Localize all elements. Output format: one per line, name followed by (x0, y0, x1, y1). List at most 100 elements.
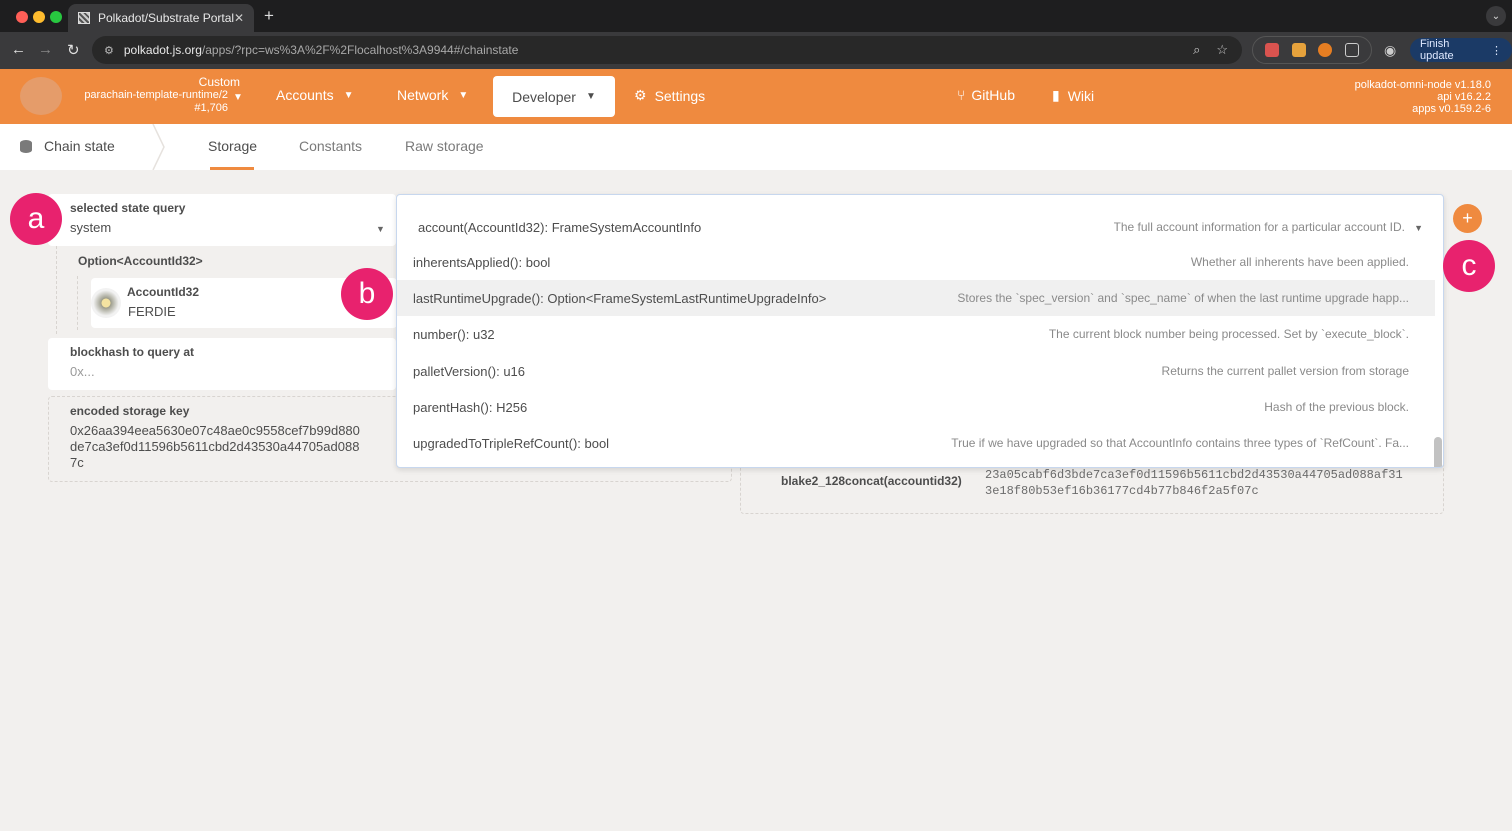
polkadot-favicon-icon (78, 12, 90, 24)
tab-close-icon[interactable]: ✕ (234, 11, 244, 25)
node-name: polkadot-omni-node v1.18.0 (1354, 79, 1491, 91)
menu-item-doc: The current block number being processed… (1048, 327, 1409, 341)
menu-item-number[interactable]: number(): u32 The current block number b… (397, 316, 1435, 352)
nav-network-label: Network (397, 87, 449, 103)
caret-down-icon: ▼ (458, 89, 469, 101)
caret-down-icon: ▼ (343, 89, 354, 101)
chain-selector[interactable]: Custom parachain-template-runtime/2 #1,7… (70, 76, 240, 115)
nav-accounts[interactable]: Accounts ▼ (276, 87, 354, 103)
bookmark-star-icon[interactable]: ☆ (1216, 42, 1228, 58)
apps-version: apps v0.159.2-6 (1412, 103, 1491, 115)
hasher-value-line-1: 23a05cabf6d3bde7ca3ef0d11596b5611cbd2d43… (985, 468, 1403, 482)
chain-logo[interactable] (20, 77, 62, 115)
storage-method-dropdown[interactable]: account(AccountId32): FrameSystemAccount… (396, 194, 1444, 468)
chain-block-number: #1,706 (194, 102, 228, 114)
hasher-label: blake2_128concat(accountid32) (781, 474, 962, 488)
reload-icon[interactable]: ↻ (67, 41, 80, 59)
app-header: Custom parachain-template-runtime/2 #1,7… (0, 69, 1512, 124)
tab-constants[interactable]: Constants (299, 138, 362, 154)
address-bar[interactable]: ⚙ polkadot.js.org/apps/?rpc=ws%3A%2F%2Fl… (92, 36, 1242, 64)
sub-navigation: Chain state Storage Constants Raw storag… (0, 124, 1512, 170)
blockhash-placeholder: 0x... (70, 364, 95, 379)
dropdown-scrollbar[interactable] (1433, 245, 1443, 467)
site-info-icon[interactable]: ⚙ (104, 44, 114, 57)
browser-toolbar: ← → ↻ ⚙ polkadot.js.org/apps/?rpc=ws%3A%… (0, 32, 1512, 69)
extension-1-icon[interactable] (1265, 43, 1280, 57)
forward-icon[interactable]: → (38, 41, 53, 58)
kebab-menu-icon: ⋮ (1491, 44, 1502, 57)
menu-item-inherents-applied[interactable]: inherentsApplied(): bool Whether all inh… (397, 244, 1435, 280)
menu-item-last-runtime-upgrade[interactable]: lastRuntimeUpgrade(): Option<FrameSystem… (397, 280, 1435, 316)
nav-github-label: GitHub (971, 87, 1015, 103)
selected-method[interactable]: account(AccountId32): FrameSystemAccount… (397, 209, 1435, 245)
menu-item-upgraded-triple-refcount[interactable]: upgradedToTripleRefCount(): bool True if… (397, 425, 1435, 461)
browser-tab[interactable]: Polkadot/Substrate Portal ✕ (68, 4, 254, 32)
profile-icon[interactable]: ◉ (1384, 42, 1396, 59)
menu-item-parent-hash[interactable]: parentHash(): H256 Hash of the previous … (397, 389, 1435, 425)
hasher-value-line-2: 3e18f80b53ef16b36177cd4b77b846f2a5f07c (985, 484, 1259, 498)
url-host: polkadot.js.org (123, 43, 202, 57)
nav-wiki-label: Wiki (1067, 87, 1095, 104)
active-tab-indicator (210, 167, 254, 170)
url-path: /apps/?rpc=ws%3A%2F%2Flocalhost%3A9944#/… (201, 43, 519, 57)
zoom-icon[interactable]: ⌕ (1193, 42, 1200, 58)
nav-settings-label: Settings (654, 87, 706, 104)
chain-chevron-down-icon[interactable]: ▼ (233, 92, 243, 103)
extension-3-icon[interactable] (1318, 43, 1333, 57)
nav-accounts-label: Accounts (276, 87, 334, 103)
close-window-button[interactable] (16, 11, 28, 23)
scrollbar-thumb[interactable] (1434, 437, 1442, 467)
menu-item-doc: Returns the current pallet version from … (1161, 364, 1409, 378)
extensions-puzzle-icon[interactable] (1344, 43, 1359, 57)
param-type-label: Option<AccountId32> (78, 254, 203, 268)
menu-item-signature: parentHash(): H256 (413, 399, 528, 415)
section-title: Chain state (20, 138, 115, 154)
add-query-button[interactable]: + (1453, 204, 1482, 233)
menu-item-signature: inherentsApplied(): bool (413, 254, 551, 270)
encoded-key-line-3: 7c (70, 455, 84, 470)
selected-method-signature: account(AccountId32): FrameSystemAccount… (418, 219, 702, 235)
api-version: api v16.2.2 (1437, 91, 1491, 103)
account-type-label: AccountId32 (127, 285, 200, 299)
breadcrumb-separator-icon (152, 124, 165, 170)
menu-item-doc: Hash of the previous block. (1264, 400, 1409, 414)
finish-update-button[interactable]: Finish update ⋮ (1410, 38, 1512, 62)
module-value: system (70, 220, 112, 235)
blockhash-label: blockhash to query at (70, 345, 195, 359)
tab-storage[interactable]: Storage (208, 138, 257, 154)
hasher-value: 23a05cabf6d3bde7ca3ef0d11596b5611cbd2d43… (985, 467, 1403, 499)
menu-item-doc: Stores the `spec_version` and `spec_name… (957, 291, 1409, 305)
git-branch-icon: ⑂ (957, 87, 966, 103)
nav-github[interactable]: ⑂ GitHub (957, 87, 1015, 103)
maximize-window-button[interactable] (50, 11, 62, 23)
selected-method-doc: The full account information for a parti… (1113, 220, 1405, 234)
tab-title: Polkadot/Substrate Portal (98, 11, 234, 25)
nav-developer[interactable]: Developer ▼ (493, 76, 615, 117)
encoded-key-label: encoded storage key (70, 404, 190, 418)
menu-item-signature: upgradedToTripleRefCount(): bool (413, 435, 610, 451)
new-tab-button[interactable]: + (264, 6, 274, 26)
nav-settings[interactable]: ⚙ Settings (634, 87, 705, 104)
back-icon[interactable]: ← (11, 41, 26, 58)
extension-2-icon[interactable] (1291, 43, 1306, 57)
module-select[interactable]: selected state query system ▼ (48, 194, 396, 246)
nav-network[interactable]: Network ▼ (397, 87, 468, 103)
chain-name: parachain-template-runtime/2 (84, 89, 228, 101)
encoded-key-value: 0x26aa394eea5630e07c48ae0c9558cef7b99d88… (70, 423, 410, 471)
annotation-badge-c: c (1443, 240, 1495, 292)
node-version-info: polkadot-omni-node v1.18.0 api v16.2.2 a… (1355, 79, 1491, 115)
book-icon: ▮ (1052, 87, 1060, 103)
caret-down-icon: ▼ (1414, 223, 1423, 233)
tab-raw-storage[interactable]: Raw storage (405, 138, 484, 154)
blockhash-input[interactable]: blockhash to query at 0x... (48, 338, 396, 390)
encoded-key-line-1: 0x26aa394eea5630e07c48ae0c9558cef7b99d88… (70, 423, 360, 438)
menu-item-pallet-version[interactable]: palletVersion(): u16 Returns the current… (397, 353, 1435, 389)
nav-wiki[interactable]: ▮ Wiki (1052, 87, 1094, 104)
section-title-label: Chain state (44, 138, 115, 154)
tab-search-icon[interactable]: ⌄ (1486, 6, 1506, 26)
menu-item-signature: number(): u32 (413, 326, 495, 342)
menu-item-doc: True if we have upgraded so that Account… (951, 436, 1409, 450)
chain-custom-label: Custom (198, 75, 240, 89)
extensions-group (1252, 36, 1372, 64)
minimize-window-button[interactable] (33, 11, 45, 23)
